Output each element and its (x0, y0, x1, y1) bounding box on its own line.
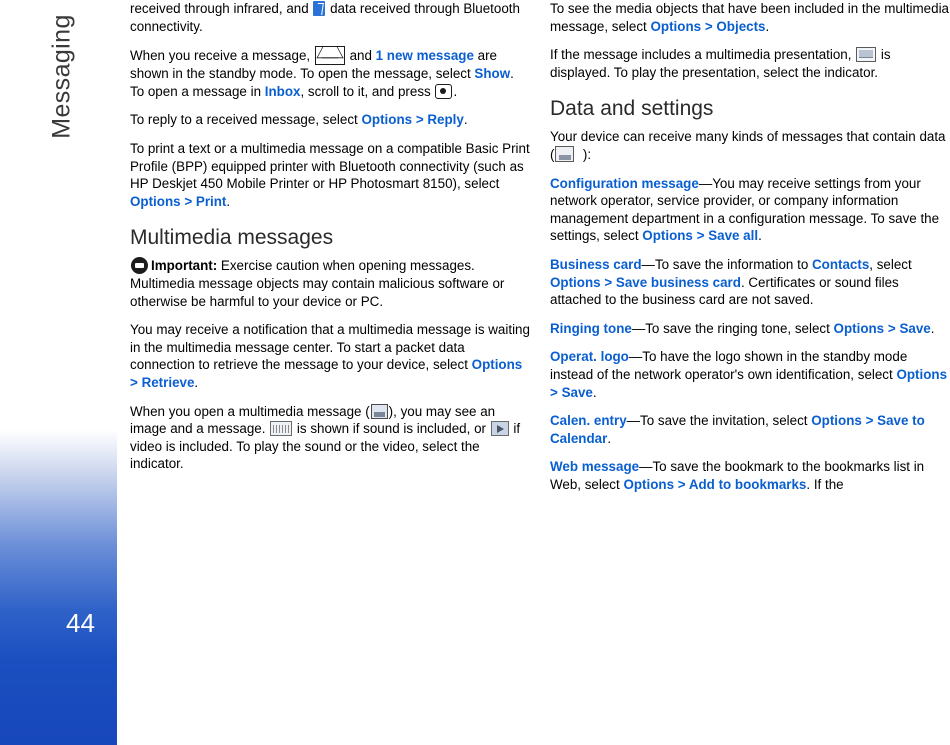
menu-print[interactable]: Print (196, 194, 227, 209)
paragraph-important-note: Important: Exercise caution when opening… (130, 257, 505, 309)
right-text-column: To see the media objects that have been … (550, 0, 950, 504)
menu-objects[interactable]: Objects (716, 19, 765, 34)
menu-contacts[interactable]: Contacts (812, 257, 869, 272)
paragraph-web-message: Web message—To save the bookmark to the … (550, 459, 925, 492)
menu-reply[interactable]: Reply (427, 112, 463, 127)
menu-retrieve[interactable]: Retrieve (142, 375, 195, 390)
term-ringing-tone: Ringing tone (550, 320, 632, 336)
menu-options[interactable]: Options (642, 228, 693, 243)
manual-page: Messaging 44 received through infrared, … (0, 0, 950, 745)
separator-gt: > (887, 320, 896, 336)
important-label: Important: (151, 258, 218, 274)
term-operator-logo: Operat. logo (550, 349, 629, 365)
menu-save[interactable]: Save (562, 385, 593, 400)
data-message-icon (555, 145, 575, 162)
video-clip-icon (490, 421, 509, 437)
heading-data-and-settings: Data and settings (550, 97, 714, 121)
page-number: 44 (66, 608, 95, 638)
paragraph-open-mms: When you open a multimedia message (), y… (130, 403, 521, 472)
paragraph-reply: To reply to a received message, select O… (130, 112, 468, 128)
menu-options[interactable]: Options (550, 275, 601, 290)
menu-options[interactable]: Options (361, 112, 412, 127)
paragraph-retrieve: You may receive a notification that a mu… (130, 322, 530, 390)
paragraph-calendar-entry: Calen. entry—To save the invitation, sel… (550, 413, 925, 446)
envelope-icon (314, 46, 345, 66)
separator-gt: > (704, 18, 713, 34)
menu-show[interactable]: Show (474, 66, 510, 81)
separator-gt: > (130, 374, 138, 390)
menu-options[interactable]: Options (650, 19, 701, 34)
menu-options[interactable]: Options (130, 194, 181, 209)
separator-gt: > (604, 274, 613, 290)
term-configuration-message: Configuration message (550, 175, 699, 191)
menu-options[interactable]: Options (623, 477, 674, 492)
menu-add-to-bookmarks[interactable]: Add to bookmarks (689, 477, 807, 492)
term-business-card: Business card (550, 256, 642, 272)
menu-options[interactable]: Options (834, 321, 885, 336)
paragraph-presentation: If the message includes a multimedia pre… (550, 47, 891, 80)
heading-multimedia-messages: Multimedia messages (130, 226, 334, 250)
menu-options[interactable]: Options (811, 413, 862, 428)
separator-gt: > (550, 384, 558, 400)
term-calendar-entry: Calen. entry (550, 413, 627, 429)
presentation-icon (856, 47, 877, 63)
paragraph-objects: To see the media objects that have been … (550, 1, 949, 34)
menu-options[interactable]: Options (472, 357, 523, 372)
menu-save-all[interactable]: Save all (708, 228, 758, 243)
menu-options[interactable]: Options (896, 367, 947, 382)
paragraph-operator-logo: Operat. logo—To have the logo shown in t… (550, 349, 948, 400)
mms-message-icon (370, 403, 388, 419)
menu-inbox[interactable]: Inbox (265, 84, 301, 99)
bluetooth-icon (313, 1, 326, 16)
paragraph-ringing-tone: Ringing tone—To save the ringing tone, s… (550, 320, 935, 336)
left-text-column: received through infrared, and data rece… (130, 0, 530, 484)
sound-clip-icon (270, 421, 293, 437)
separator-gt: > (415, 112, 424, 128)
menu-save-business-card[interactable]: Save business card (616, 275, 741, 290)
sidebar: Messaging 44 (0, 0, 117, 745)
paragraph-data-intro: Your device can receive many kinds of me… (550, 129, 946, 162)
paragraph-new-message: When you receive a message, and 1 new me… (130, 46, 514, 99)
paragraph-configuration-message: Configuration message—You may receive se… (550, 175, 940, 244)
navi-key-icon (435, 83, 453, 99)
separator-gt: > (677, 476, 686, 492)
paragraph-business-card: Business card—To save the information to… (550, 256, 912, 308)
menu-save[interactable]: Save (899, 321, 930, 336)
term-web-message: Web message (550, 459, 640, 475)
paragraph-print: To print a text or a multimedia message … (130, 140, 530, 209)
separator-gt: > (184, 193, 193, 209)
paragraph-infrared-bluetooth: received through infrared, and data rece… (130, 1, 520, 34)
chapter-title: Messaging (47, 14, 76, 139)
label-new-message: 1 new message (375, 48, 474, 64)
important-icon (131, 257, 148, 275)
